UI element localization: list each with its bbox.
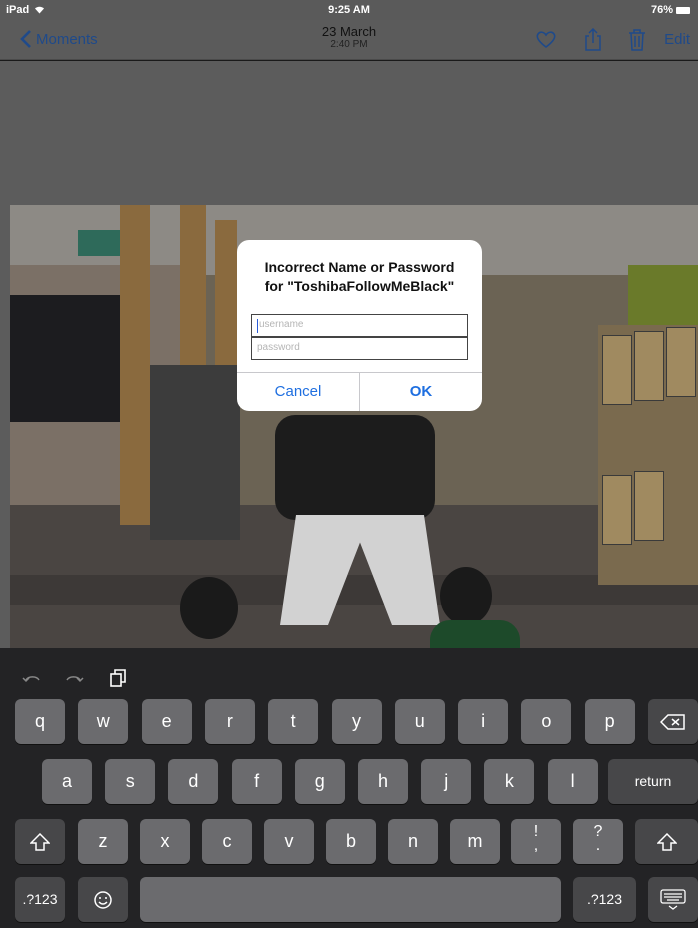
username-field[interactable]: username bbox=[251, 314, 468, 337]
status-right: 76% bbox=[651, 4, 690, 16]
key-q[interactable]: q bbox=[15, 699, 65, 744]
key-h[interactable]: h bbox=[358, 759, 408, 804]
shift-icon bbox=[655, 833, 678, 851]
key-t[interactable]: t bbox=[268, 699, 319, 744]
delete-key[interactable] bbox=[648, 699, 698, 744]
key-l[interactable]: l bbox=[547, 759, 598, 804]
key-g[interactable]: g bbox=[294, 759, 345, 804]
locker-door bbox=[602, 335, 632, 405]
keyboard-dismiss-icon bbox=[660, 889, 686, 911]
login-alert: Incorrect Name or Password for "ToshibaF… bbox=[237, 240, 482, 411]
photo-pillar bbox=[120, 205, 150, 525]
shift-key-left[interactable] bbox=[15, 819, 65, 864]
heart-icon[interactable] bbox=[535, 28, 557, 52]
key-d[interactable]: d bbox=[168, 759, 219, 804]
photo-child-head bbox=[180, 577, 238, 639]
locker-door bbox=[634, 471, 664, 541]
key-b[interactable]: b bbox=[326, 819, 376, 864]
photo-machine bbox=[150, 365, 240, 540]
key-a[interactable]: a bbox=[42, 759, 92, 804]
share-icon[interactable] bbox=[582, 28, 604, 52]
key-v[interactable]: v bbox=[264, 819, 314, 864]
key-e[interactable]: e bbox=[141, 699, 192, 744]
status-time: 9:25 AM bbox=[328, 4, 370, 16]
shift-key-right[interactable] bbox=[635, 819, 698, 864]
status-bar: iPad 9:25 AM 76% bbox=[0, 0, 698, 20]
battery-percent: 76% bbox=[650, 4, 673, 16]
locker-door bbox=[666, 327, 696, 397]
key-c[interactable]: c bbox=[202, 819, 252, 864]
photo-lockers bbox=[598, 325, 698, 585]
password-placeholder: password bbox=[257, 342, 300, 353]
key-exclamation[interactable]: !, bbox=[511, 819, 561, 864]
shift-icon bbox=[29, 833, 51, 851]
key-f[interactable]: f bbox=[231, 759, 282, 804]
key-z[interactable]: z bbox=[78, 819, 128, 864]
emoji-key[interactable] bbox=[78, 877, 128, 922]
photo-exit-sign bbox=[78, 230, 120, 256]
numbers-key-left[interactable]: .?123 bbox=[15, 877, 65, 922]
key-o[interactable]: o bbox=[521, 699, 572, 744]
photo-tv bbox=[10, 295, 128, 422]
edit-button[interactable]: Edit bbox=[664, 31, 690, 48]
key-m[interactable]: m bbox=[450, 819, 500, 864]
alert-title: Incorrect Name or Password for "ToshibaF… bbox=[237, 258, 482, 296]
text-caret bbox=[257, 319, 258, 333]
cancel-button[interactable]: Cancel bbox=[237, 373, 359, 411]
paste-icon[interactable] bbox=[108, 668, 128, 688]
photo-floor-stripe bbox=[10, 575, 698, 605]
numbers-key-right[interactable]: .?123 bbox=[573, 877, 636, 922]
undo-icon[interactable] bbox=[22, 668, 42, 688]
key-n[interactable]: n bbox=[388, 819, 438, 864]
key-question[interactable]: ?. bbox=[573, 819, 623, 864]
locker-door bbox=[602, 475, 632, 545]
username-placeholder: username bbox=[259, 319, 304, 330]
key-p[interactable]: p bbox=[584, 699, 635, 744]
key-j[interactable]: j bbox=[421, 759, 472, 804]
keyboard: qwertyuiop asdfghjkl return zxcvbnm !, ?… bbox=[0, 648, 698, 928]
key-w[interactable]: w bbox=[78, 699, 129, 744]
nav-bar: Moments 23 March 2:40 PM Edit bbox=[0, 20, 698, 60]
space-bar[interactable] bbox=[140, 877, 561, 922]
photo-person-torso bbox=[275, 415, 435, 520]
key-i[interactable]: i bbox=[458, 699, 509, 744]
dismiss-keyboard-key[interactable] bbox=[648, 877, 698, 922]
key-label-bottom: . bbox=[595, 837, 601, 854]
key-x[interactable]: x bbox=[140, 819, 190, 864]
photo-child-head bbox=[440, 567, 492, 625]
key-y[interactable]: y bbox=[331, 699, 382, 744]
ok-button[interactable]: OK bbox=[360, 373, 482, 411]
emoji-icon bbox=[94, 891, 112, 909]
alert-title-line2: for "ToshibaFollowMeBlack" bbox=[264, 278, 455, 294]
key-k[interactable]: k bbox=[484, 759, 535, 804]
return-key[interactable]: return bbox=[608, 759, 698, 804]
delete-icon bbox=[659, 714, 685, 730]
locker-door bbox=[634, 331, 664, 401]
key-u[interactable]: u bbox=[394, 699, 445, 744]
redo-icon[interactable] bbox=[64, 668, 84, 688]
key-r[interactable]: r bbox=[204, 699, 255, 744]
alert-title-line1: Incorrect Name or Password bbox=[264, 259, 455, 275]
key-label-bottom: , bbox=[533, 837, 539, 854]
key-s[interactable]: s bbox=[105, 759, 156, 804]
battery-icon bbox=[676, 6, 690, 14]
password-field[interactable]: password bbox=[251, 337, 468, 360]
trash-icon[interactable] bbox=[626, 28, 648, 52]
photo-child-shirt bbox=[430, 620, 520, 648]
